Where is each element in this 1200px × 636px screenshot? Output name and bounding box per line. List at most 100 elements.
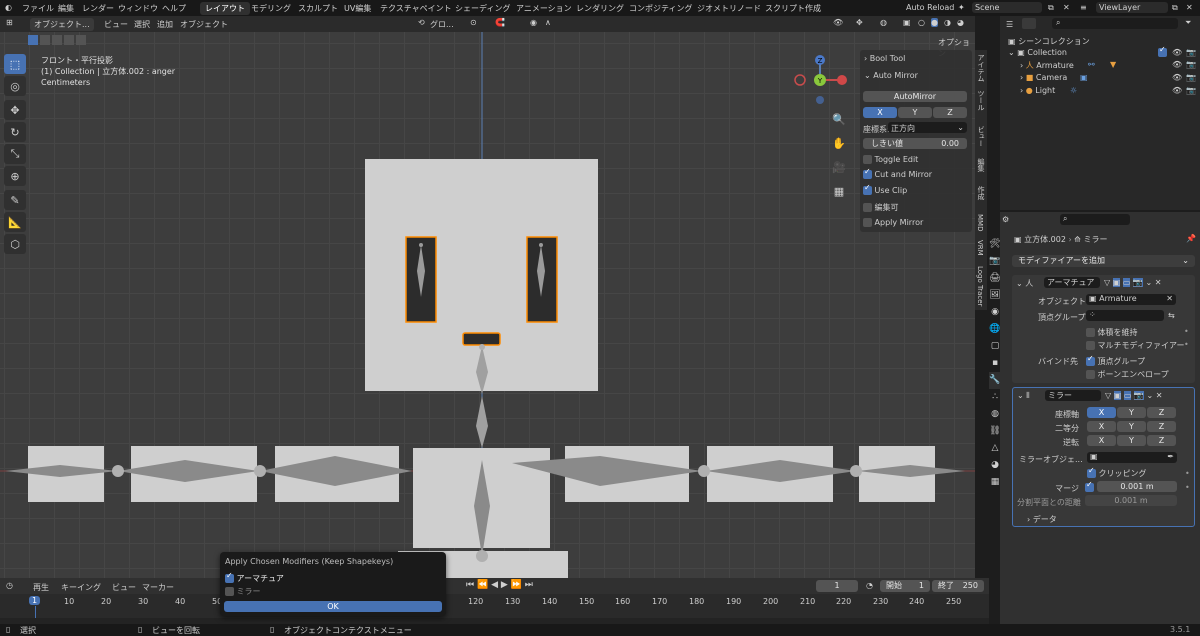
pivot-icon[interactable]: ⊙ [470, 18, 477, 27]
axis-y-button[interactable]: Y [898, 107, 932, 118]
zoom-icon[interactable]: 🔍 [831, 108, 847, 132]
viewport-toggle-icon[interactable]: ▭ [1122, 278, 1131, 287]
tab-logo-tracer[interactable]: Logo Tracer [976, 266, 984, 306]
workspace-tab-sculpt[interactable]: スカルプト [298, 3, 338, 14]
menu-icon[interactable]: ⌄ [1145, 278, 1152, 287]
wireframe-shading-icon[interactable]: ○ [918, 18, 925, 27]
bind-envelopes-checkbox[interactable]: ボーンエンベロープ [1086, 369, 1169, 380]
edit-mode-icon[interactable]: ▣ [1113, 391, 1122, 400]
xray-icon[interactable]: ▣ [903, 18, 911, 27]
auto-mirror-header[interactable]: ⌄ Auto Mirror [864, 71, 918, 80]
workspace-tab-layout[interactable]: レイアウト [200, 2, 250, 15]
select-extend-icon[interactable] [40, 35, 50, 45]
tab-edit[interactable]: 編集 [976, 158, 986, 172]
play-reverse-icon[interactable]: ◀ [491, 580, 498, 590]
material-shading-icon[interactable]: ◑ [944, 18, 951, 27]
end-frame-field[interactable]: 終了 250 [932, 580, 984, 592]
ok-button[interactable]: OK [224, 601, 442, 612]
merge-checkbox[interactable] [1085, 480, 1094, 492]
merge-distance-field[interactable]: 0.001 m [1097, 481, 1177, 492]
render-toggle-icon[interactable]: 📷 [1133, 391, 1144, 400]
frame-ruler[interactable]: 1 10 20 30 40 50 120 130 140 150 160 170… [0, 594, 989, 624]
visibility-icon[interactable]: 👁 [833, 18, 843, 27]
use-clip-checkbox[interactable]: Use Clip [863, 183, 907, 195]
jump-start-icon[interactable]: ⏮ [466, 580, 474, 590]
bisect-z-button[interactable]: Z [1147, 421, 1176, 432]
visibility-eye-icon[interactable]: 👁 [1172, 73, 1182, 82]
preserve-volume-checkbox[interactable]: 体積を維持 [1086, 327, 1138, 338]
delete-icon[interactable]: ✕ [1155, 278, 1162, 287]
camera-view-icon[interactable]: 🎥 [831, 156, 847, 180]
navigation-gizmo[interactable]: Z Y [790, 52, 850, 112]
mode-selector[interactable]: オブジェクト... [30, 18, 94, 31]
auto-reload-label[interactable]: Auto Reload [906, 3, 954, 12]
bool-tool-header[interactable]: › Bool Tool [864, 54, 905, 63]
falloff-icon[interactable]: ∧ [545, 18, 551, 27]
threshold-field[interactable]: しきい値 0.00 [863, 138, 967, 149]
timeline-editor-icon[interactable]: ◷ [6, 581, 13, 590]
apply-armature-checkbox[interactable]: アーマチュア [225, 571, 284, 584]
flip-y-button[interactable]: Y [1117, 435, 1146, 446]
menu-add[interactable]: 追加 [157, 19, 173, 30]
mirror-modifier-name[interactable]: ミラー [1045, 390, 1101, 401]
menu-view[interactable]: ビュー [112, 582, 136, 593]
start-frame-field[interactable]: 開始 1 [880, 580, 930, 592]
select-intersect-icon[interactable] [76, 35, 86, 45]
apply-mirror-checkbox[interactable]: Apply Mirror [863, 218, 923, 227]
viewport-toggle-icon[interactable]: ▭ [1123, 391, 1132, 400]
add-cube-tool-icon[interactable]: ⬡ [4, 234, 26, 254]
mirror-axis-x-button[interactable]: X [1087, 407, 1116, 418]
clipping-checkbox[interactable]: クリッピング [1087, 466, 1147, 479]
rendered-shading-icon[interactable]: ◕ [957, 18, 964, 27]
menu-help[interactable]: ヘルプ [162, 3, 186, 14]
menu-file[interactable]: ファイル [22, 3, 54, 14]
move-tool-icon[interactable]: ✥ [4, 100, 26, 120]
armature-modifier-name[interactable]: アーマチュア [1044, 277, 1100, 288]
workspace-tab-modeling[interactable]: モデリング [251, 3, 291, 14]
editable-checkbox[interactable]: 編集可 [863, 202, 899, 213]
overlay-icon[interactable]: ◍ [880, 18, 887, 27]
menu-select[interactable]: 選択 [134, 19, 150, 30]
delete-icon[interactable]: ✕ [1156, 391, 1163, 400]
properties-search-input[interactable]: ⌕ [1060, 214, 1130, 225]
add-modifier-button[interactable]: モディファイアーを追加 ⌄ [1012, 255, 1195, 267]
tab-create[interactable]: 作成 [976, 186, 986, 200]
tab-view[interactable]: ビュー [976, 126, 986, 147]
play-icon[interactable]: ▶ [501, 580, 508, 590]
select-box-tool-icon[interactable]: ⬚ [4, 54, 26, 74]
collection-row[interactable]: ⌄ ▣ Collection 👁 📷 [1008, 45, 1196, 57]
clear-icon[interactable]: ✕ [1166, 294, 1173, 303]
tab-tool[interactable]: ツール [976, 90, 986, 111]
clock-icon[interactable]: ◔ [866, 581, 873, 590]
data-subpanel-header[interactable]: › データ [1027, 514, 1057, 525]
scene-collection-row[interactable]: ▣ シーンコレクション [1008, 36, 1090, 47]
tab-item[interactable]: アイテム [976, 54, 986, 82]
solid-shading-icon[interactable]: ● [931, 18, 938, 27]
outliner-editor-icon[interactable]: ☰ [1006, 20, 1013, 29]
workspace-tab-scripting[interactable]: スクリプト作成 [765, 3, 821, 14]
outliner-item-armature[interactable]: › 人 Armature ⚯ ▼ 👁 📷 [1020, 60, 1196, 71]
multi-modifier-checkbox[interactable]: マルチモディファイアー [1086, 340, 1185, 351]
transform-orientation-icon[interactable]: ⟲ [418, 18, 425, 27]
pan-hand-icon[interactable]: ✋ [831, 132, 847, 156]
tab-mmd[interactable]: MMD [976, 214, 984, 231]
outliner-item-light[interactable]: › ● Light ☼ 👁 📷 [1020, 86, 1196, 95]
on-cage-icon[interactable]: ▽ [1105, 391, 1111, 400]
menu-icon[interactable]: ⌄ [1146, 391, 1153, 400]
menu-keying[interactable]: キーイング [61, 582, 101, 593]
bisect-y-button[interactable]: Y [1117, 421, 1146, 432]
camera-restrict-icon[interactable]: 📷 [1186, 73, 1196, 82]
transform-orientation-selector[interactable]: グロ... [430, 19, 454, 30]
camera-restrict-icon[interactable]: 📷 [1186, 48, 1196, 57]
mirror-axis-y-button[interactable]: Y [1117, 407, 1146, 418]
pin-icon[interactable]: 📌 [1186, 234, 1196, 243]
outliner-search-input[interactable]: ⌕ [1052, 18, 1178, 29]
blender-logo-icon[interactable]: ◐ [5, 3, 12, 12]
filter-icon[interactable]: ⏷ [1185, 18, 1191, 28]
mirror-axis-z-button[interactable]: Z [1147, 407, 1176, 418]
menu-object[interactable]: オブジェクト [180, 19, 228, 30]
flip-z-button[interactable]: Z [1147, 435, 1176, 446]
modifier-header[interactable]: ⌄ 人 [1016, 278, 1033, 289]
playhead[interactable]: 1 [29, 596, 41, 605]
workspace-tab-rendering[interactable]: レンダリング [576, 3, 624, 14]
